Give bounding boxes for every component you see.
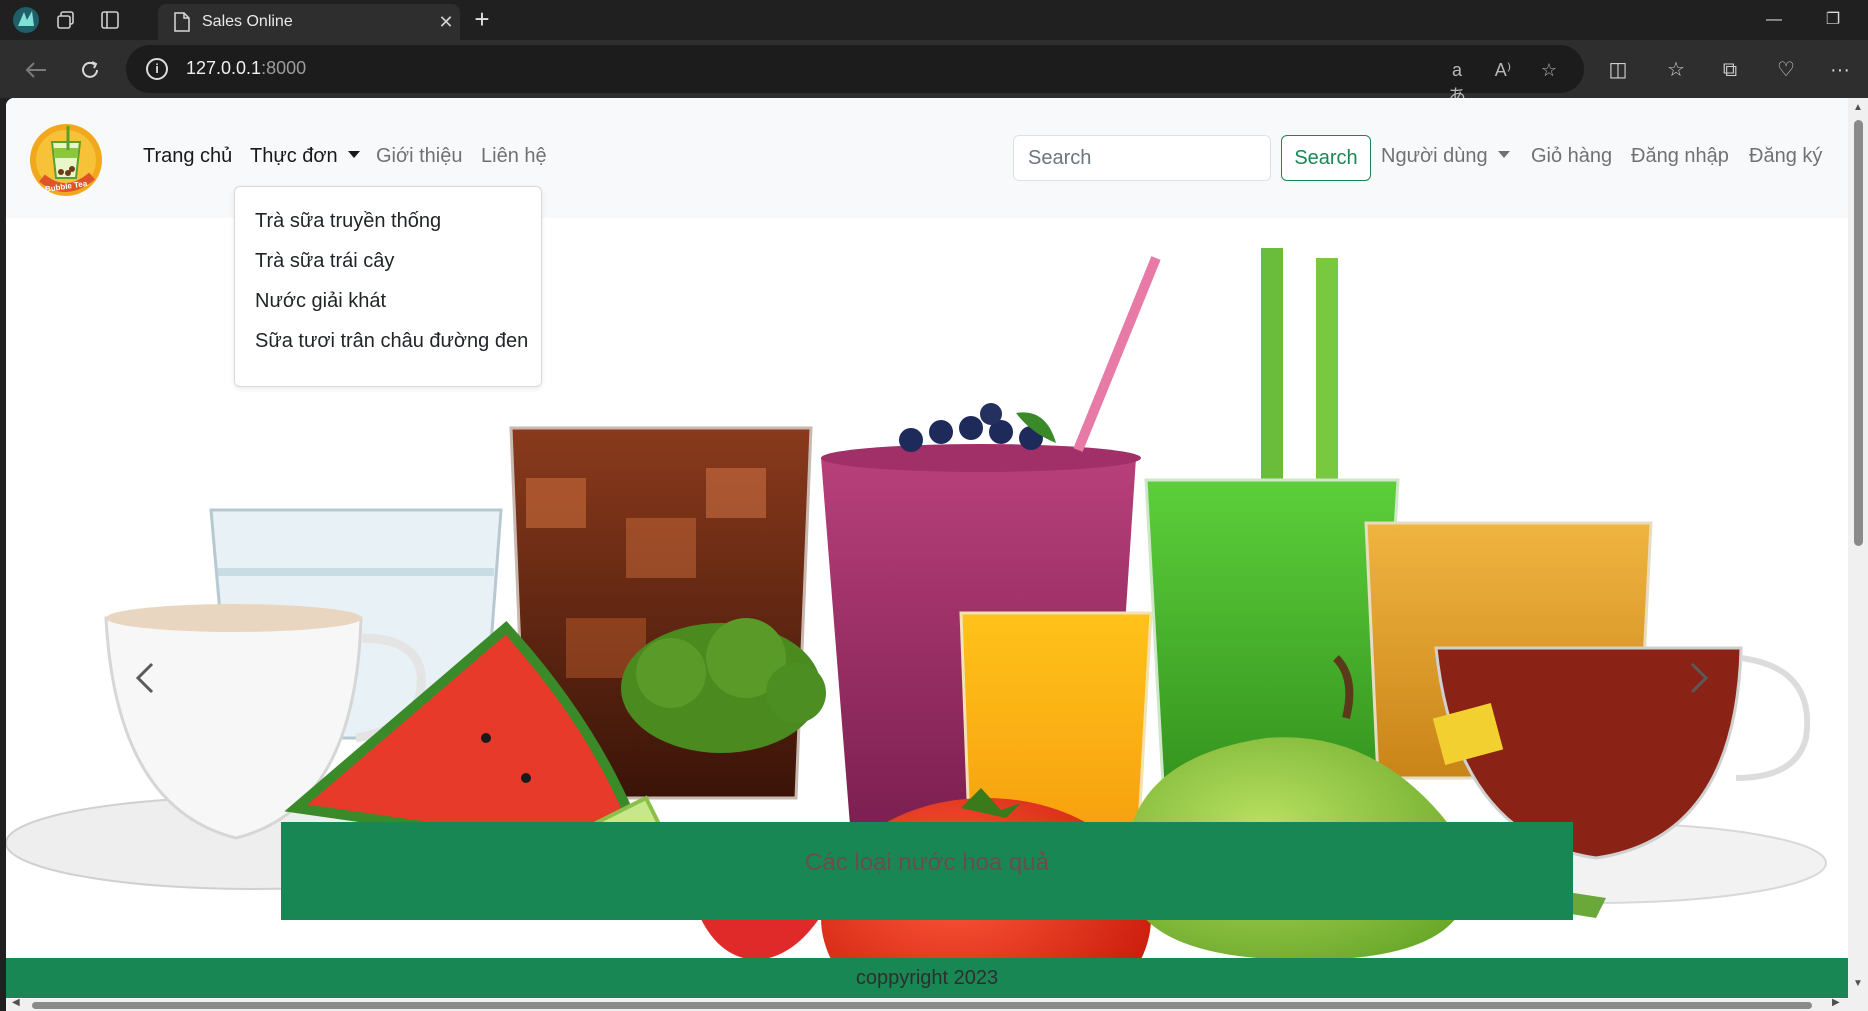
page-viewport: Bubble Tea Trang chủ Thực đơn Giới thiệu…	[6, 98, 1868, 1011]
nav-register[interactable]: Đăng ký	[1749, 145, 1822, 168]
horizontal-scrollbar[interactable]: ◀ ▶	[6, 997, 1848, 1011]
back-icon[interactable]	[20, 54, 52, 86]
favorite-star-icon[interactable]: ☆	[1536, 57, 1562, 83]
carousel-next-icon[interactable]	[1678, 658, 1718, 698]
workspaces-icon[interactable]	[52, 6, 80, 34]
browser-titlebar: Sales Online ✕ + — ❐	[0, 0, 1868, 40]
browser-toolbar: i 127.0.0.1:8000 aあ A⁾ ☆ ◫ ☆ ⧉ ♡ ···	[0, 40, 1868, 106]
dropdown-item[interactable]: Trà sữa truyền thống	[235, 201, 541, 241]
nav-login[interactable]: Đăng nhập	[1631, 145, 1729, 168]
chevron-down-icon	[347, 151, 360, 158]
restore-icon[interactable]: ❐	[1813, 4, 1853, 36]
scroll-thumb[interactable]	[1854, 120, 1863, 546]
dropdown-item[interactable]: Nước giải khát	[235, 281, 541, 321]
dropdown-item[interactable]: Trà sữa trái cây	[235, 241, 541, 281]
collections-icon[interactable]: ⧉	[1714, 54, 1746, 86]
nav-cart[interactable]: Giỏ hàng	[1531, 145, 1612, 168]
new-tab-icon[interactable]: +	[468, 6, 496, 34]
browser-essentials-icon[interactable]: ♡	[1770, 54, 1802, 86]
url-text[interactable]: 127.0.0.1:8000	[186, 58, 306, 79]
search-button[interactable]: Search	[1281, 135, 1371, 181]
favorites-icon[interactable]: ☆	[1660, 54, 1692, 86]
scroll-left-icon[interactable]: ◀	[12, 997, 20, 1008]
site-footer: coppyright 2023	[6, 958, 1848, 998]
scroll-thumb[interactable]	[32, 1002, 1812, 1009]
scroll-right-icon[interactable]: ▶	[1832, 997, 1840, 1008]
translate-icon[interactable]: aあ	[1444, 57, 1470, 106]
profile-icon[interactable]	[12, 6, 40, 34]
carousel-prev-icon[interactable]	[126, 658, 166, 698]
nav-menu-dropdown[interactable]: Thực đơn	[250, 145, 360, 168]
minimize-icon[interactable]: —	[1754, 4, 1794, 36]
chevron-down-icon	[1497, 151, 1510, 158]
dropdown-item[interactable]: Sữa tươi trân châu đường đen	[235, 321, 541, 361]
page-icon	[174, 12, 190, 32]
nav-about[interactable]: Giới thiệu	[376, 145, 462, 168]
nav-contact[interactable]: Liên hệ	[481, 145, 547, 168]
nav-home[interactable]: Trang chủ	[143, 145, 232, 168]
tab-title: Sales Online	[202, 13, 293, 30]
more-menu-icon[interactable]: ···	[1824, 54, 1856, 86]
read-aloud-icon[interactable]: A⁾	[1490, 57, 1516, 83]
scroll-down-icon[interactable]: ▼	[1848, 978, 1868, 989]
bubble-tea-logo[interactable]: Bubble Tea	[28, 120, 104, 196]
search-input[interactable]: Search	[1013, 135, 1271, 181]
close-tab-icon[interactable]: ✕	[432, 12, 460, 33]
tab-actions-icon[interactable]	[96, 6, 124, 34]
vertical-scrollbar[interactable]: ▲ ▼	[1848, 98, 1868, 1011]
split-screen-icon[interactable]: ◫	[1602, 54, 1634, 86]
reload-icon[interactable]	[74, 54, 106, 86]
nav-user-dropdown[interactable]: Người dùng	[1381, 145, 1510, 168]
site-info-icon[interactable]: i	[146, 58, 168, 80]
menu-dropdown: Trà sữa truyền thống Trà sữa trái cây Nư…	[234, 186, 542, 387]
carousel-caption: Các loại nước hoa quả	[281, 822, 1573, 920]
scroll-up-icon[interactable]: ▲	[1848, 102, 1868, 113]
address-bar[interactable]: i 127.0.0.1:8000 aあ A⁾ ☆	[126, 45, 1584, 106]
browser-tab[interactable]: Sales Online ✕	[158, 4, 460, 40]
